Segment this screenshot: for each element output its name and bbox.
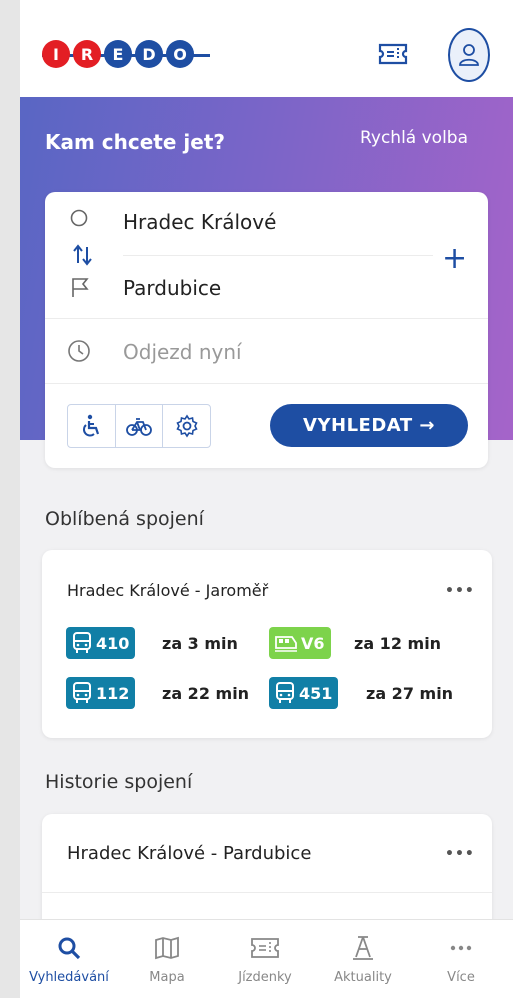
line-badge: 451 bbox=[269, 677, 339, 709]
tab-label: Mapa bbox=[149, 970, 185, 985]
line-badge: V6 bbox=[269, 627, 331, 659]
eta-label: za 3 min bbox=[162, 634, 238, 653]
search-options bbox=[67, 404, 211, 448]
divider bbox=[123, 255, 433, 256]
origin-circle-icon bbox=[70, 209, 88, 227]
origin-field[interactable]: Hradec Králové bbox=[123, 210, 276, 234]
top-bar: I R E D O bbox=[20, 0, 513, 97]
favorite-more-button[interactable]: ••• bbox=[445, 583, 475, 599]
tab-label: Jízdenky bbox=[238, 970, 292, 985]
bus-icon bbox=[73, 682, 91, 703]
tab-news[interactable]: Aktuality bbox=[314, 920, 412, 998]
swap-icon[interactable] bbox=[72, 243, 94, 267]
iredo-logo: I R E D O bbox=[42, 40, 210, 68]
search-button[interactable]: VYHLEDAT → bbox=[270, 404, 468, 447]
tab-search[interactable]: Vyhledávání bbox=[20, 920, 118, 998]
ticket-icon bbox=[251, 938, 279, 958]
settings-icon bbox=[176, 414, 198, 438]
tab-map[interactable]: Mapa bbox=[118, 920, 216, 998]
bicycle-icon bbox=[126, 418, 152, 436]
divider bbox=[45, 318, 488, 319]
eta-label: za 22 min bbox=[162, 684, 250, 703]
line-badge: 410 bbox=[66, 627, 136, 659]
ticket-icon[interactable] bbox=[378, 42, 408, 66]
quick-select-link[interactable]: Rychlá volba bbox=[360, 128, 468, 148]
app-screen: I R E D O Kam chcete jet? Rychlá volba H… bbox=[20, 0, 513, 998]
settings-toggle[interactable] bbox=[163, 405, 210, 447]
logo-letter: D bbox=[135, 40, 163, 68]
hero-title: Kam chcete jet? bbox=[45, 130, 225, 154]
logo-letter: E bbox=[104, 40, 132, 68]
departure-time-field[interactable]: Odjezd nyní bbox=[123, 340, 242, 364]
tab-label: Více bbox=[447, 970, 475, 985]
line-number: 112 bbox=[96, 683, 130, 703]
favorites-title: Oblíbená spojení bbox=[45, 508, 204, 530]
logo-letter: O bbox=[166, 40, 194, 68]
train-icon bbox=[275, 636, 297, 652]
map-icon bbox=[155, 936, 179, 960]
more-icon bbox=[450, 945, 472, 951]
line-number: 451 bbox=[299, 683, 333, 703]
road-icon bbox=[353, 936, 373, 960]
add-stop-button[interactable]: + bbox=[442, 244, 467, 274]
line-badge: 112 bbox=[66, 677, 136, 709]
bus-icon bbox=[73, 632, 91, 653]
profile-button[interactable] bbox=[448, 28, 490, 82]
history-more-button[interactable]: ••• bbox=[445, 846, 475, 862]
divider bbox=[42, 892, 492, 893]
favorite-route-name: Hradec Králové - Jaroměř bbox=[67, 581, 269, 600]
tab-tickets[interactable]: Jízdenky bbox=[216, 920, 314, 998]
tab-label: Vyhledávání bbox=[29, 970, 109, 985]
logo-letter: I bbox=[42, 40, 70, 68]
destination-flag-icon bbox=[72, 278, 89, 297]
tab-label: Aktuality bbox=[334, 970, 392, 985]
eta-label: za 12 min bbox=[354, 634, 442, 653]
logo-letter: R bbox=[73, 40, 101, 68]
destination-field[interactable]: Pardubice bbox=[123, 276, 221, 300]
line-number: V6 bbox=[301, 633, 325, 653]
user-icon bbox=[459, 44, 479, 66]
wheelchair-icon bbox=[83, 414, 100, 437]
divider bbox=[45, 383, 488, 384]
search-icon bbox=[58, 937, 81, 960]
tab-more[interactable]: Více bbox=[412, 920, 510, 998]
wheelchair-toggle[interactable] bbox=[68, 405, 116, 447]
eta-label: za 27 min bbox=[366, 684, 454, 703]
bus-icon bbox=[276, 682, 294, 703]
bottom-tab-bar: Vyhledávání Mapa Jízdenky Aktuality Více bbox=[20, 919, 513, 998]
line-number: 410 bbox=[96, 633, 130, 653]
bicycle-toggle[interactable] bbox=[116, 405, 164, 447]
clock-icon bbox=[68, 340, 90, 362]
history-route-name: Hradec Králové - Pardubice bbox=[67, 843, 312, 864]
history-title: Historie spojení bbox=[45, 771, 193, 793]
